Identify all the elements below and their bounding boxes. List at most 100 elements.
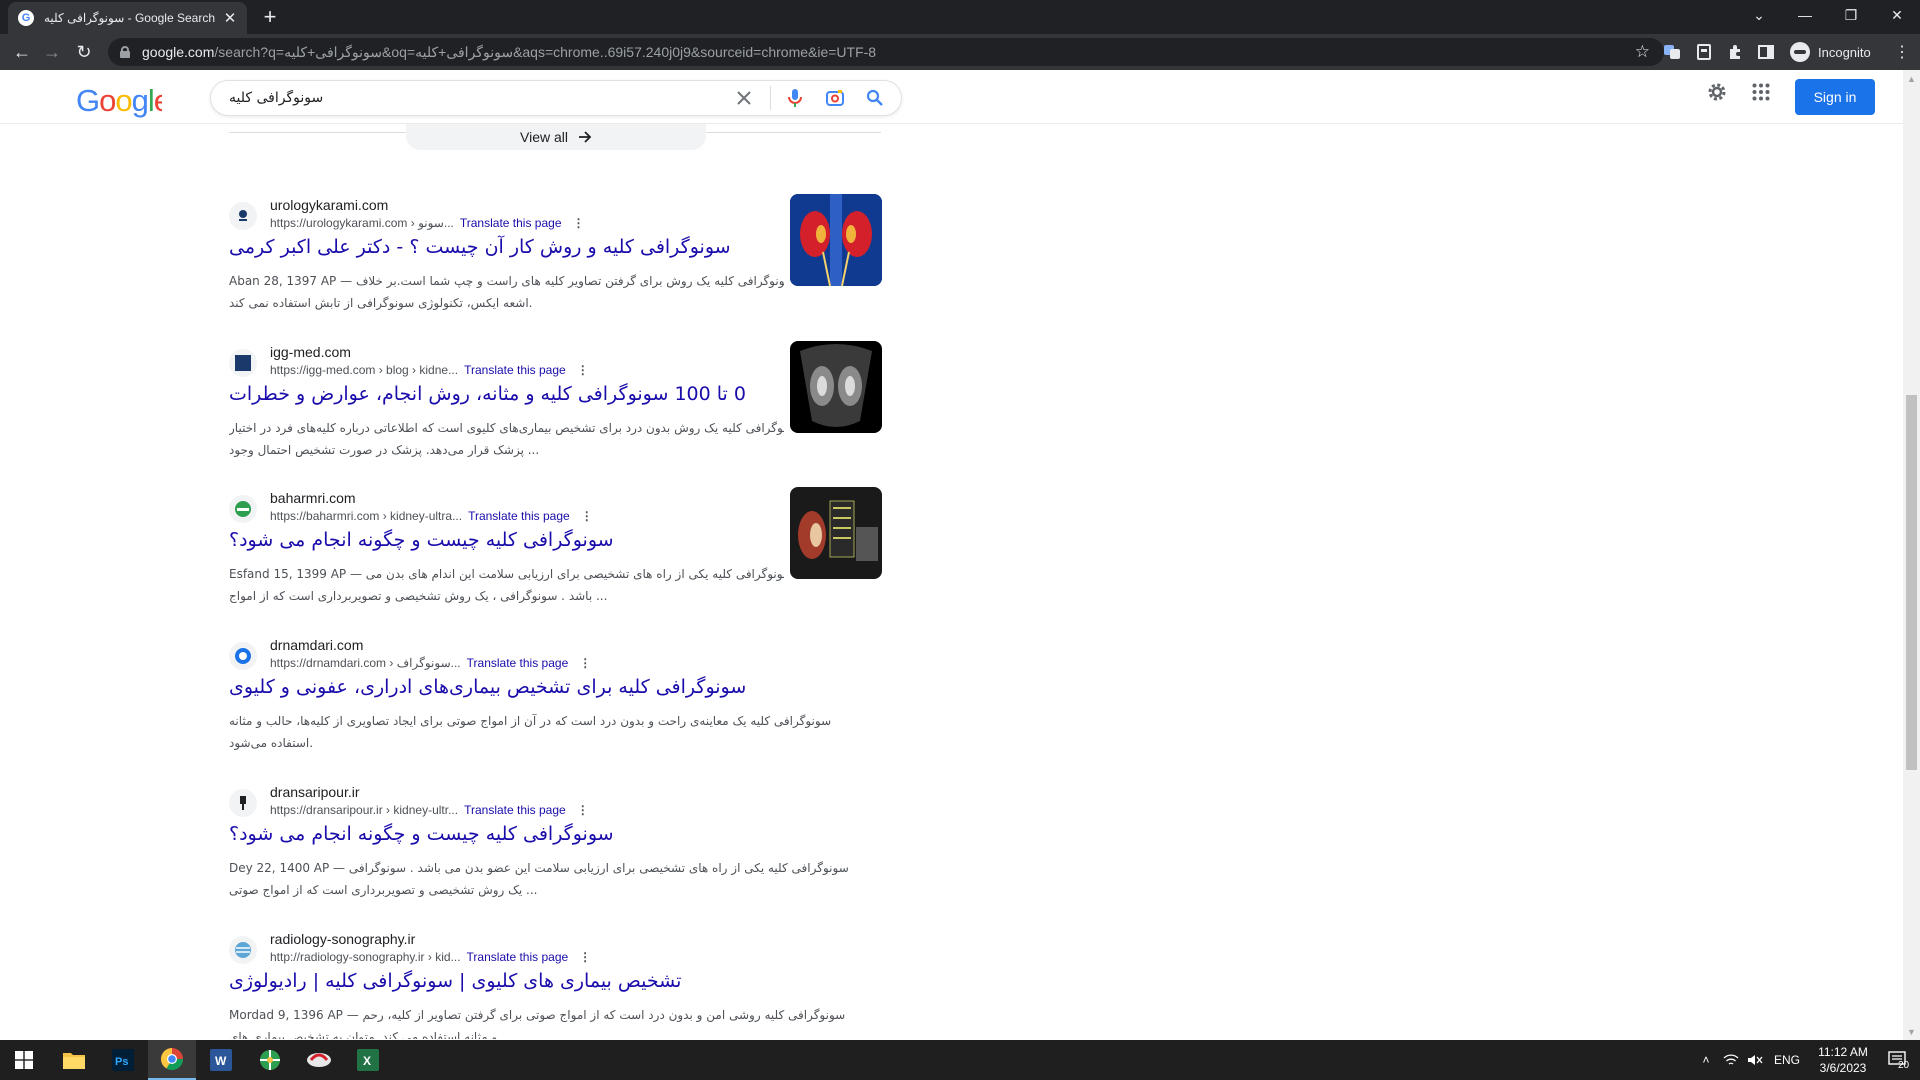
app-pinwheel-icon[interactable] — [246, 1040, 294, 1080]
tab-search-icon[interactable]: ⌄ — [1736, 0, 1782, 30]
result-snippet: Aban 28, 1397 AP — سونوگرافی کلیه یک روش… — [229, 274, 784, 310]
google-favicon-icon: G — [18, 10, 34, 26]
result-title-link[interactable]: 0 تا 100 سونوگرافی کلیه و مثانه، روش انج… — [229, 383, 746, 405]
site-favicon-icon — [229, 349, 257, 377]
result-item: dransaripour.ir https://dransaripour.ir … — [229, 781, 881, 921]
result-thumbnail-kidney[interactable] — [790, 194, 882, 286]
translate-link[interactable]: Translate this page — [464, 803, 566, 817]
result-cite: https://baharmri.com › kidney-ultra... Tr… — [270, 509, 594, 523]
voice-search-icon[interactable] — [781, 84, 809, 112]
translate-link[interactable]: Translate this page — [460, 216, 562, 230]
incognito-profile[interactable]: Incognito — [1790, 39, 1871, 65]
result-site-name[interactable]: urologykarami.com — [270, 197, 388, 213]
result-title-link[interactable]: سونوگرافی کلیه چیست و چگونه انجام می شود… — [229, 529, 614, 551]
result-site-name[interactable]: igg-med.com — [270, 344, 351, 360]
result-site-name[interactable]: drnamdari.com — [270, 637, 363, 653]
lock-icon — [120, 46, 130, 58]
translate-link[interactable]: Translate this page — [468, 509, 570, 523]
search-input[interactable] — [211, 83, 730, 113]
view-all-button[interactable]: View all — [406, 124, 706, 150]
side-panel-icon[interactable] — [1756, 42, 1776, 62]
result-snippet: Dey 22, 1400 AP — سونوگرافی کلیه یکی از … — [229, 861, 849, 897]
image-search-icon[interactable] — [821, 84, 849, 112]
site-favicon-icon — [229, 642, 257, 670]
result-snippet: سونوگرافی کلیه یک روش بدون درد برای تشخی… — [229, 421, 784, 457]
more-options-icon[interactable]: ⋮ — [572, 216, 586, 230]
reload-icon[interactable]: ↻ — [70, 38, 98, 66]
view-all-label: View all — [520, 129, 568, 145]
translate-link[interactable]: Translate this page — [467, 656, 569, 670]
result-site-name[interactable]: radiology-sonography.ir — [270, 931, 415, 947]
search-icon[interactable] — [861, 84, 889, 112]
scrollbar-thumb[interactable] — [1906, 395, 1917, 770]
search-box[interactable] — [210, 80, 902, 116]
more-options-icon[interactable]: ⋮ — [576, 363, 590, 377]
svg-text:W: W — [215, 1054, 227, 1068]
result-item: igg-med.com https://igg-med.com › blog ›… — [229, 341, 882, 481]
google-logo[interactable]: Google — [76, 83, 171, 126]
clear-search-icon[interactable] — [730, 84, 758, 112]
site-favicon-icon — [229, 495, 257, 523]
photoshop-icon[interactable]: Ps — [99, 1040, 147, 1080]
browser-toolbar: ← → ↻ google.com/search?q=سونوگرافی+کلیه… — [0, 34, 1920, 70]
result-cite: https://urologykarami.com › سونو... Trans… — [270, 216, 586, 230]
new-tab-icon[interactable]: + — [258, 4, 282, 30]
more-options-icon[interactable]: ⋮ — [578, 950, 592, 964]
volume-muted-icon[interactable] — [1744, 1040, 1766, 1080]
translate-link[interactable]: Translate this page — [464, 363, 566, 377]
page-scrollbar[interactable]: ▲ ▼ — [1903, 70, 1920, 1040]
sign-in-button[interactable]: Sign in — [1795, 79, 1875, 115]
result-title-link[interactable]: سونوگرافی کلیه چیست و چگونه انجام می شود… — [229, 823, 614, 845]
windows-taskbar: Ps W X ˄ ENG 11:12 AM 3/6/2023 20 — [0, 1040, 1920, 1080]
forward-icon[interactable]: → — [38, 38, 66, 66]
result-title-link[interactable]: تشخیص بیماری های کلیوی | سونوگرافی کلیه … — [229, 970, 681, 992]
word-icon[interactable]: W — [197, 1040, 245, 1080]
restore-icon[interactable]: ❐ — [1828, 0, 1874, 30]
extensions-icon[interactable] — [1725, 42, 1745, 62]
language-indicator[interactable]: ENG — [1770, 1040, 1804, 1080]
excel-icon[interactable]: X — [344, 1040, 392, 1080]
site-favicon-icon — [229, 936, 257, 964]
url-text: google.com/search?q=سونوگرافی+کلیه&oq=سو… — [142, 43, 877, 60]
back-icon[interactable]: ← — [8, 38, 36, 66]
incognito-icon — [1790, 42, 1810, 62]
result-site-name[interactable]: baharmri.com — [270, 490, 356, 506]
browser-tab-bar: G سونوگرافی کلیه - Google Search ✕ + ⌄ —… — [0, 0, 1920, 34]
result-title-link[interactable]: سونوگرافی کلیه برای تشخیص بیماری‌های ادر… — [229, 676, 746, 698]
result-title-link[interactable]: سونوگرافی کلیه و روش کار آن چیست ؟ - دکت… — [229, 236, 731, 258]
svg-text:X: X — [363, 1054, 371, 1068]
notifications-icon[interactable]: 20 — [1880, 1040, 1916, 1080]
minimize-icon[interactable]: — — [1782, 0, 1828, 30]
browser-tab[interactable]: G سونوگرافی کلیه - Google Search ✕ — [8, 2, 247, 34]
scroll-down-icon[interactable]: ▼ — [1903, 1023, 1920, 1040]
chrome-menu-icon[interactable]: ⋮ — [1892, 42, 1912, 62]
notification-count: 20 — [1898, 1060, 1910, 1071]
save-page-icon[interactable] — [1694, 42, 1714, 62]
svg-text:Google: Google — [76, 84, 162, 118]
result-thumbnail-diagram[interactable] — [790, 487, 882, 579]
scroll-up-icon[interactable]: ▲ — [1903, 70, 1920, 87]
more-options-icon[interactable]: ⋮ — [580, 509, 594, 523]
translate-icon[interactable] — [1662, 42, 1682, 62]
chrome-taskbar-icon[interactable] — [148, 1040, 196, 1080]
bookmark-star-icon[interactable]: ☆ — [1635, 42, 1650, 62]
settings-gear-icon[interactable] — [1705, 80, 1729, 109]
result-site-name[interactable]: dransaripour.ir — [270, 784, 360, 800]
file-explorer-icon[interactable] — [50, 1040, 98, 1080]
windows-start-icon[interactable] — [0, 1040, 48, 1080]
result-cite: http://radiology-sonography.ir › kid... T… — [270, 950, 592, 964]
show-hidden-icons-icon[interactable]: ˄ — [1696, 1040, 1716, 1080]
result-thumbnail-ultrasound[interactable] — [790, 341, 882, 433]
more-options-icon[interactable]: ⋮ — [578, 656, 592, 670]
result-cite: https://igg-med.com › blog › kidne... Tra… — [270, 363, 590, 377]
translate-link[interactable]: Translate this page — [467, 950, 569, 964]
network-icon[interactable] — [1720, 1040, 1742, 1080]
window-close-icon[interactable]: ✕ — [1874, 0, 1920, 30]
app-red-icon[interactable] — [295, 1040, 343, 1080]
address-bar[interactable]: google.com/search?q=سونوگرافی+کلیه&oq=سو… — [108, 38, 1664, 66]
clock[interactable]: 11:12 AM 3/6/2023 — [1808, 1040, 1878, 1080]
google-apps-icon[interactable] — [1752, 83, 1770, 106]
more-options-icon[interactable]: ⋮ — [576, 803, 590, 817]
tab-close-icon[interactable]: ✕ — [221, 9, 239, 27]
clock-time: 11:12 AM — [1818, 1045, 1868, 1059]
